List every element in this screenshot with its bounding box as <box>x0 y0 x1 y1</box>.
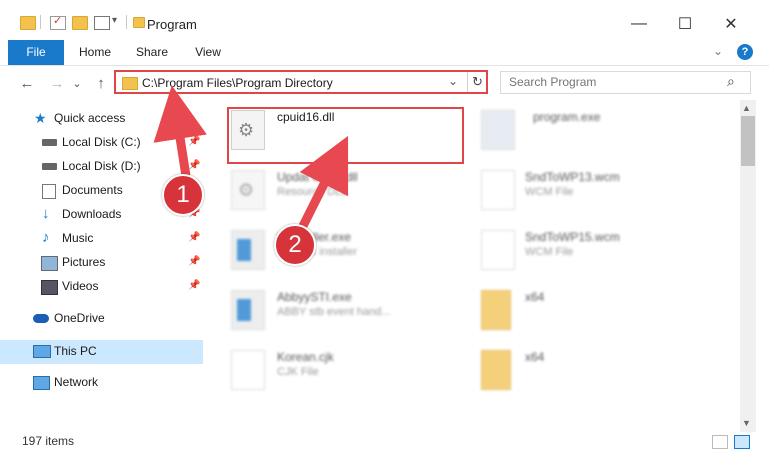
step-badge-1: 1 <box>162 174 204 216</box>
step-badge-2: 2 <box>274 224 316 266</box>
arrow-2 <box>295 135 349 235</box>
annotation-arrows <box>153 85 349 235</box>
arrow-1 <box>153 85 207 177</box>
